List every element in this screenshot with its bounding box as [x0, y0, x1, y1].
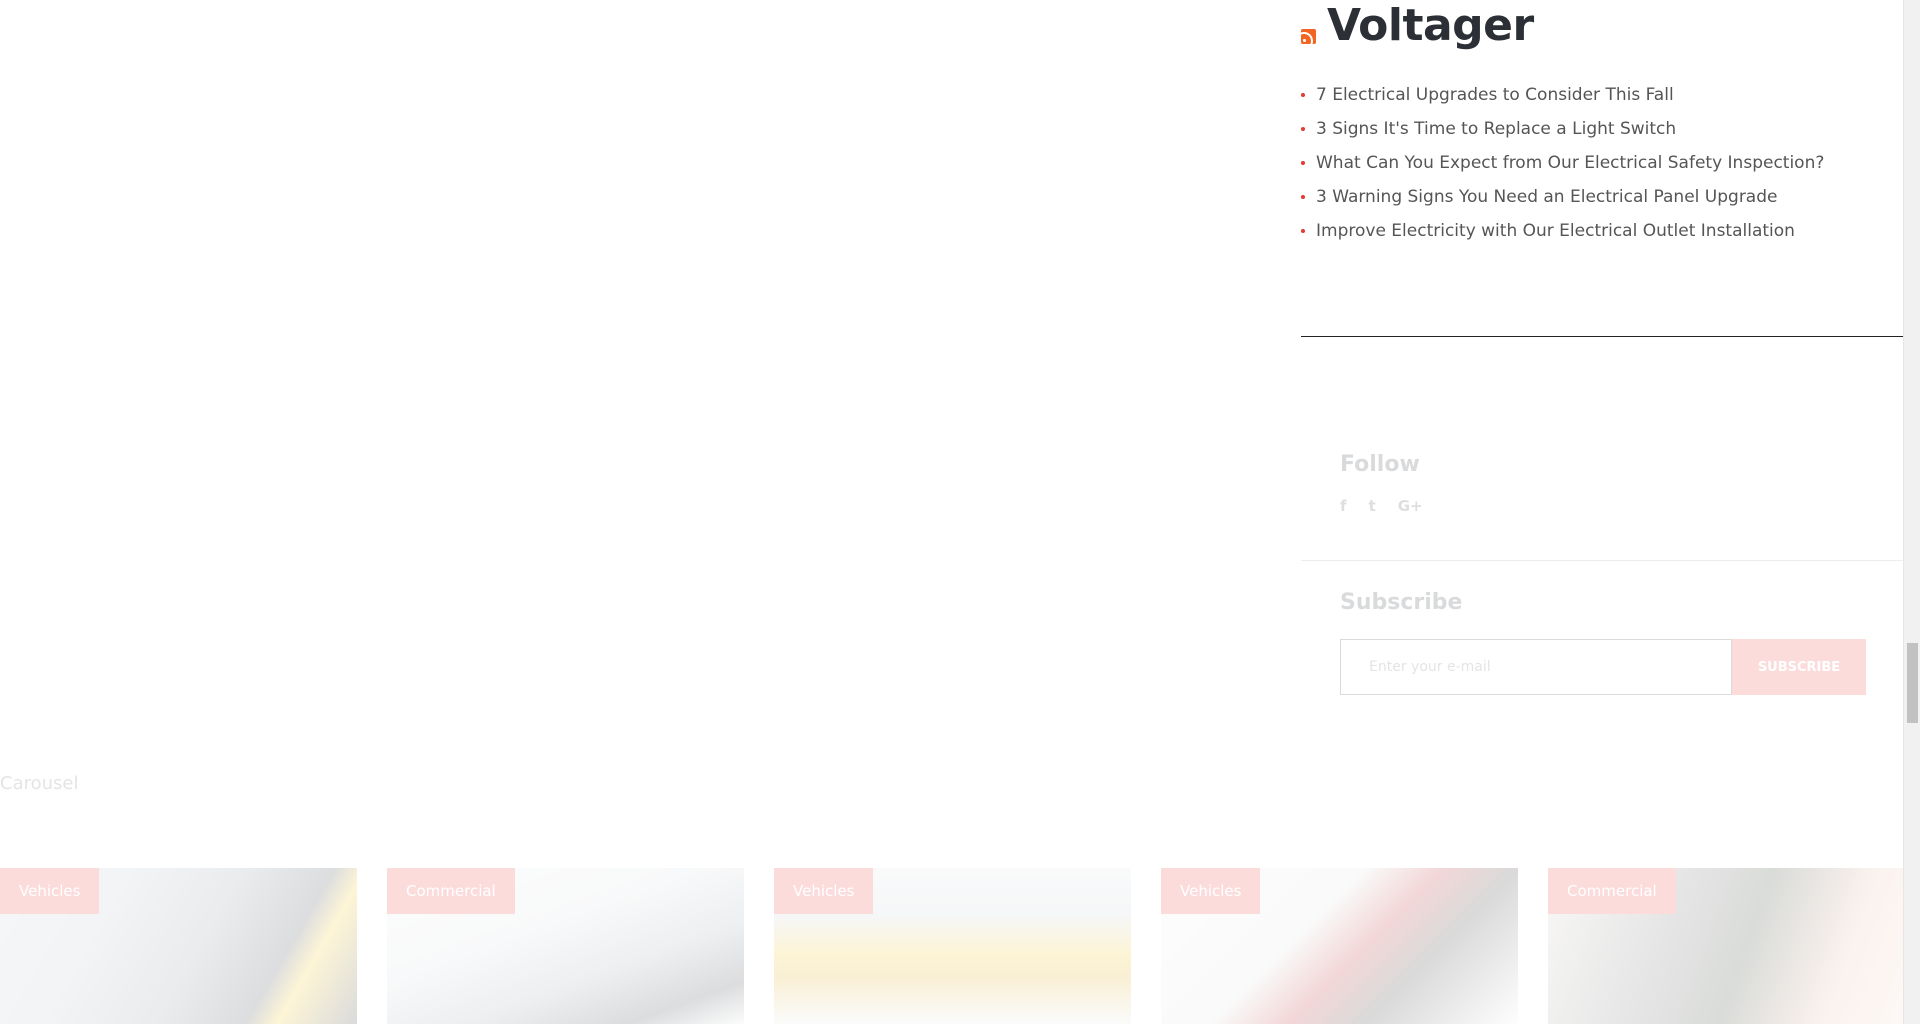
- carousel-card[interactable]: Vehicles: [1161, 868, 1518, 1024]
- list-item: 7 Electrical Upgrades to Consider This F…: [1301, 78, 1903, 112]
- follow-widget: Follow f t G+: [1340, 452, 1423, 515]
- category-tag[interactable]: Vehicles: [774, 868, 874, 914]
- category-tag[interactable]: Vehicles: [1161, 868, 1261, 914]
- subscribe-title: Subscribe: [1340, 590, 1463, 615]
- scrollbar-thumb[interactable]: [1907, 643, 1918, 723]
- category-tag[interactable]: Vehicles: [0, 868, 100, 914]
- carousel-card[interactable]: Commercial: [1548, 868, 1905, 1024]
- twitter-icon[interactable]: t: [1369, 497, 1376, 515]
- list-item: What Can You Expect from Our Electrical …: [1301, 146, 1903, 180]
- widget-divider: [1301, 336, 1903, 337]
- carousel: Vehicles Commercial Vehicles Vehicles Co…: [0, 868, 1905, 1024]
- category-tag[interactable]: Commercial: [1548, 868, 1676, 914]
- scrollbar[interactable]: [1903, 0, 1920, 1024]
- subscribe-button[interactable]: SUBSCRIBE: [1732, 639, 1866, 695]
- rss-feed-link[interactable]: 7 Electrical Upgrades to Consider This F…: [1316, 85, 1674, 105]
- carousel-card[interactable]: Vehicles: [0, 868, 357, 1024]
- bullet-icon: [1301, 229, 1305, 233]
- bullet-icon: [1301, 127, 1305, 131]
- bullet-icon: [1301, 161, 1305, 165]
- google-plus-icon[interactable]: G+: [1398, 497, 1423, 515]
- list-item: 3 Warning Signs You Need an Electrical P…: [1301, 180, 1903, 214]
- bullet-icon: [1301, 93, 1305, 97]
- carousel-card[interactable]: Commercial: [387, 868, 744, 1024]
- follow-title: Follow: [1340, 452, 1420, 477]
- rss-feed-link[interactable]: What Can You Expect from Our Electrical …: [1316, 153, 1824, 173]
- rss-widget-title[interactable]: Voltager: [1327, 0, 1534, 52]
- rss-widget-header: Voltager: [1301, 0, 1903, 52]
- subscribe-widget: Subscribe Enter your e-mail SUBSCRIBE: [1340, 590, 1866, 695]
- subscribe-form: Enter your e-mail SUBSCRIBE: [1340, 639, 1866, 695]
- facebook-icon[interactable]: f: [1340, 497, 1347, 515]
- rss-icon[interactable]: [1301, 28, 1316, 44]
- rss-feed-link[interactable]: 3 Signs It's Time to Replace a Light Swi…: [1316, 119, 1676, 139]
- rss-widget: Voltager 7 Electrical Upgrades to Consid…: [1301, 0, 1903, 248]
- list-item: 3 Signs It's Time to Replace a Light Swi…: [1301, 112, 1903, 146]
- follow-divider: [1301, 560, 1903, 561]
- social-links: f t G+: [1340, 497, 1423, 515]
- carousel-card[interactable]: Vehicles: [774, 868, 1131, 1024]
- carousel-label: Carousel: [0, 773, 79, 794]
- rss-feed-link[interactable]: Improve Electricity with Our Electrical …: [1316, 221, 1795, 241]
- rss-feed-list: 7 Electrical Upgrades to Consider This F…: [1301, 78, 1903, 248]
- rss-feed-link[interactable]: 3 Warning Signs You Need an Electrical P…: [1316, 187, 1777, 207]
- category-tag[interactable]: Commercial: [387, 868, 515, 914]
- email-field[interactable]: Enter your e-mail: [1340, 639, 1732, 695]
- bullet-icon: [1301, 195, 1305, 199]
- list-item: Improve Electricity with Our Electrical …: [1301, 214, 1903, 248]
